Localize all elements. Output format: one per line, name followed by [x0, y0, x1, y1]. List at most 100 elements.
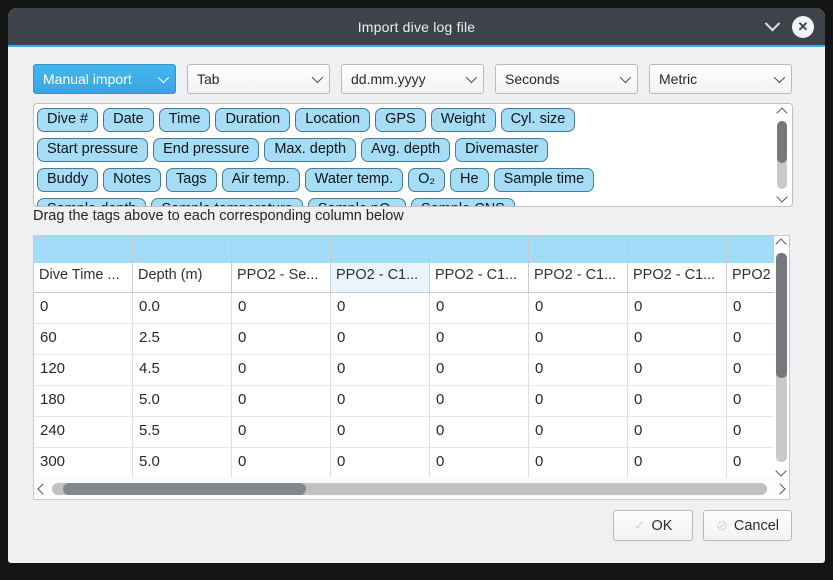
table-cell[interactable]: 0 — [529, 355, 628, 385]
units-dropdown[interactable]: Metric — [649, 64, 792, 94]
table-vertical-scrollbar[interactable] — [775, 238, 788, 477]
table-cell[interactable]: 0 — [430, 324, 529, 354]
table-cell[interactable]: 0 — [430, 448, 529, 478]
table-cell[interactable]: 0 — [331, 324, 430, 354]
tag-he[interactable]: He — [450, 168, 489, 192]
tag-cyl-size[interactable]: Cyl. size — [501, 108, 576, 132]
table-cell[interactable]: 0 — [529, 293, 628, 323]
table-cell[interactable]: 0 — [628, 417, 727, 447]
table-cell[interactable]: 5.0 — [133, 448, 232, 478]
scroll-up-icon[interactable] — [775, 238, 786, 249]
tag-tags[interactable]: Tags — [166, 168, 217, 192]
scroll-down-icon[interactable] — [775, 465, 786, 476]
tag-date[interactable]: Date — [103, 108, 154, 132]
shade-chevron-icon[interactable] — [765, 16, 781, 32]
table-cell[interactable]: 0 — [628, 293, 727, 323]
tag-sample-depth[interactable]: Sample depth — [37, 198, 146, 207]
table-cell[interactable]: 0 — [727, 293, 774, 323]
table-cell[interactable]: 0.0 — [133, 293, 232, 323]
table-cell[interactable]: 0 — [331, 386, 430, 416]
column-header-6[interactable]: PPO2 - C1... — [628, 263, 727, 292]
table-cell[interactable]: 0 — [331, 355, 430, 385]
table-cell[interactable]: 0 — [430, 293, 529, 323]
table-cell[interactable]: 0 — [628, 448, 727, 478]
tag-water-temp[interactable]: Water temp. — [305, 168, 403, 192]
table-cell[interactable]: 0 — [628, 386, 727, 416]
tag-sample-po[interactable]: Sample pO₂ — [308, 198, 406, 207]
table-cell[interactable]: 0 — [232, 324, 331, 354]
drop-target-cell[interactable] — [529, 236, 628, 263]
table-cell[interactable]: 0 — [727, 386, 774, 416]
scroll-up-icon[interactable] — [776, 107, 787, 118]
table-cell[interactable]: 0 — [430, 386, 529, 416]
column-header-1[interactable]: Depth (m) — [133, 263, 232, 292]
tag-notes[interactable]: Notes — [103, 168, 161, 192]
table-cell[interactable]: 0 — [727, 448, 774, 478]
table-cell[interactable]: 300 — [34, 448, 133, 478]
tag-sample-temperature[interactable]: Sample temperature — [151, 198, 302, 207]
table-cell[interactable]: 0 — [727, 417, 774, 447]
column-header-7[interactable]: PPO2 - C1... — [727, 263, 774, 292]
close-button[interactable]: ✕ — [792, 16, 814, 38]
field-separator-dropdown[interactable]: Tab — [187, 64, 330, 94]
table-horizontal-scrollbar[interactable] — [34, 478, 789, 499]
table-cell[interactable]: 0 — [727, 355, 774, 385]
table-cell[interactable]: 0 — [628, 324, 727, 354]
table-cell[interactable]: 0 — [529, 386, 628, 416]
table-cell[interactable]: 0 — [232, 293, 331, 323]
v-scrollbar-thumb[interactable] — [776, 253, 787, 378]
tag-duration[interactable]: Duration — [215, 108, 290, 132]
table-cell[interactable]: 5.0 — [133, 386, 232, 416]
table-cell[interactable]: 5.5 — [133, 417, 232, 447]
table-cell[interactable]: 0 — [529, 324, 628, 354]
tag-avg-depth[interactable]: Avg. depth — [361, 138, 450, 162]
drop-target-cell[interactable] — [430, 236, 529, 263]
cancel-button[interactable]: ⊘ Cancel — [703, 510, 792, 541]
table-cell[interactable]: 0 — [727, 324, 774, 354]
tags-scrollbar[interactable] — [776, 107, 788, 203]
tag-time[interactable]: Time — [159, 108, 211, 132]
table-cell[interactable]: 240 — [34, 417, 133, 447]
table-cell[interactable]: 180 — [34, 386, 133, 416]
tag-end-pressure[interactable]: End pressure — [153, 138, 259, 162]
duration-format-dropdown[interactable]: Seconds — [495, 64, 638, 94]
column-header-0[interactable]: Dive Time ... — [34, 263, 133, 292]
tags-scrollbar-track[interactable] — [777, 121, 787, 189]
table-cell[interactable]: 0 — [430, 355, 529, 385]
h-scrollbar-thumb[interactable] — [63, 483, 306, 495]
tag-start-pressure[interactable]: Start pressure — [37, 138, 148, 162]
tags-scrollbar-thumb[interactable] — [777, 121, 787, 163]
table-cell[interactable]: 0 — [34, 293, 133, 323]
scroll-down-icon[interactable] — [776, 191, 787, 202]
table-cell[interactable]: 60 — [34, 324, 133, 354]
table-cell[interactable]: 0 — [529, 448, 628, 478]
v-scrollbar-track[interactable] — [776, 253, 787, 462]
h-scrollbar-track[interactable] — [52, 483, 767, 495]
table-cell[interactable]: 120 — [34, 355, 133, 385]
tag-gps[interactable]: GPS — [375, 108, 426, 132]
tag-location[interactable]: Location — [295, 108, 370, 132]
drop-target-cell[interactable] — [34, 236, 133, 263]
import-mode-dropdown[interactable]: Manual import — [33, 64, 176, 94]
table-cell[interactable]: 0 — [232, 355, 331, 385]
tag-sample-cns[interactable]: Sample CNS — [411, 198, 515, 207]
tag-max-depth[interactable]: Max. depth — [264, 138, 356, 162]
tag-weight[interactable]: Weight — [431, 108, 496, 132]
column-header-3[interactable]: PPO2 - C1... — [331, 263, 430, 292]
tag-dive[interactable]: Dive # — [37, 108, 98, 132]
date-format-dropdown[interactable]: dd.mm.yyyy — [341, 64, 484, 94]
table-cell[interactable]: 4.5 — [133, 355, 232, 385]
tag-sample-time[interactable]: Sample time — [494, 168, 595, 192]
scroll-left-icon[interactable] — [34, 485, 52, 493]
table-cell[interactable]: 0 — [331, 293, 430, 323]
scroll-right-icon[interactable] — [771, 485, 789, 493]
table-cell[interactable]: 0 — [331, 417, 430, 447]
column-header-5[interactable]: PPO2 - C1... — [529, 263, 628, 292]
table-cell[interactable]: 0 — [232, 386, 331, 416]
drop-target-cell[interactable] — [331, 236, 430, 263]
table-cell[interactable]: 0 — [529, 417, 628, 447]
table-cell[interactable]: 0 — [232, 417, 331, 447]
table-cell[interactable]: 0 — [430, 417, 529, 447]
table-cell[interactable]: 0 — [628, 355, 727, 385]
column-header-4[interactable]: PPO2 - C1... — [430, 263, 529, 292]
